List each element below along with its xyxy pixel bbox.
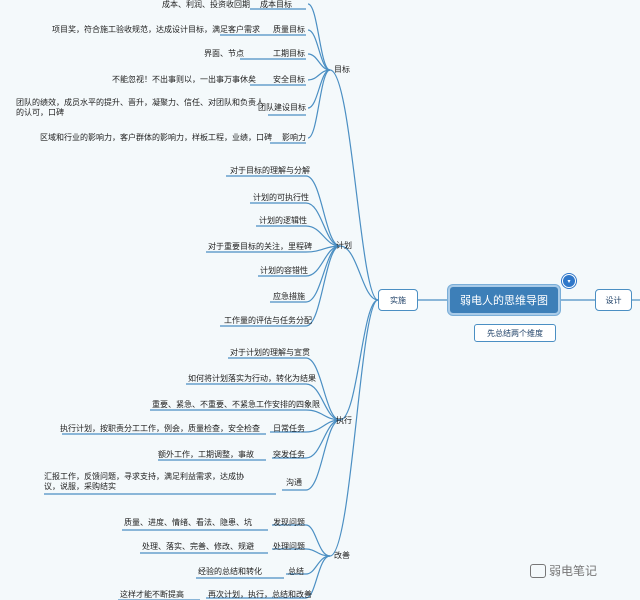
central-subtitle-node[interactable]: 先总结两个维度 (474, 324, 556, 342)
plan-item-7: 工作量的评估与任务分配 (224, 316, 312, 325)
central-subtitle: 先总结两个维度 (487, 328, 543, 338)
watermark: 弱电笔记 (530, 562, 597, 579)
exec-task-name-1: 日常任务 (273, 424, 305, 433)
goal-desc-6: 区域和行业的影响力，客户群体的影响力，样板工程，业绩，口碑 (40, 133, 272, 142)
improve-desc-4: 这样才能不断提高 (120, 590, 184, 599)
goal-desc-5: 团队的绩效，成员水平的提升、晋升，凝聚力、信任、对团队和负责人的认可，口碑 (16, 98, 264, 117)
exec-task-desc-1: 执行计划，按职责分工工作，例会，质量检查，安全检查 (60, 424, 260, 433)
section-goals: 目标 (334, 65, 350, 74)
goal-name-1: 成本目标 (260, 0, 292, 9)
branch-design[interactable]: 设计 (595, 289, 632, 311)
goal-desc-3: 界面、节点 (204, 49, 244, 58)
branch-design-label: 设计 (605, 295, 622, 305)
watermark-text: 弱电笔记 (549, 564, 598, 578)
improve-desc-1: 质量、进度、情绪、看法、隐患、坑 (124, 518, 252, 527)
improve-name-1: 发现问题 (273, 518, 305, 527)
central-title: 弱电人的思维导图 (460, 294, 548, 307)
central-node[interactable]: 弱电人的思维导图 (448, 285, 560, 315)
goal-name-5: 团队建设目标 (258, 103, 306, 112)
plan-item-3: 计划的逻辑性 (259, 216, 307, 225)
exec-item-1: 对于计划的理解与宣贯 (230, 348, 310, 357)
plan-item-1: 对于目标的理解与分解 (230, 166, 310, 175)
plan-item-5: 计划的容错性 (260, 266, 308, 275)
branch-implement[interactable]: 实施 (378, 289, 418, 311)
exec-item-3: 重要、紧急、不重要、不紧急工作安排的四象限 (152, 400, 320, 409)
plan-item-4: 对于重要目标的关注，里程碑 (208, 242, 312, 251)
section-exec: 执行 (336, 416, 352, 425)
improve-name-3: 总结 (288, 567, 304, 576)
camera-icon (530, 563, 546, 578)
exec-task-desc-3: 汇报工作，反馈问题，寻求支持，满足利益需求，达成协议，说服，采购结实 (44, 472, 244, 491)
exec-task-name-2: 突发任务 (273, 450, 305, 459)
improve-desc-3: 经验的总结和转化 (198, 567, 262, 576)
exec-item-2: 如何将计划落实为行动，转化为结果 (188, 374, 316, 383)
improve-name-2: 处理问题 (273, 542, 305, 551)
goal-desc-1: 成本、利润、投资收回期 (162, 0, 250, 9)
exec-task-name-3: 沟通 (286, 478, 302, 487)
section-improve: 改善 (334, 551, 350, 560)
goal-name-2: 质量目标 (273, 25, 305, 34)
branch-implement-label: 实施 (390, 295, 406, 305)
goal-desc-4: 不能忽视！不出事则以，一出事万事休矣 (112, 75, 256, 84)
goal-desc-2: 项目奖，符合施工验收规范，达成设计目标，满足客户需求 (52, 25, 260, 34)
goal-name-3: 工期目标 (273, 49, 305, 58)
plan-item-6: 应急措施 (273, 292, 305, 301)
collapse-toggle-glyph: ▾ (567, 277, 571, 285)
collapse-toggle-icon[interactable]: ▾ (562, 274, 576, 288)
exec-task-desc-2: 额外工作，工期调整，事故 (158, 450, 254, 459)
improve-desc-2: 处理、落实、完善、修改、规避 (142, 542, 254, 551)
improve-name-4: 再次计划，执行，总结和改善 (208, 590, 312, 599)
goal-name-6: 影响力 (282, 133, 306, 142)
goal-name-4: 安全目标 (273, 75, 305, 84)
section-plan: 计划 (336, 241, 352, 250)
plan-item-2: 计划的可执行性 (253, 193, 309, 202)
